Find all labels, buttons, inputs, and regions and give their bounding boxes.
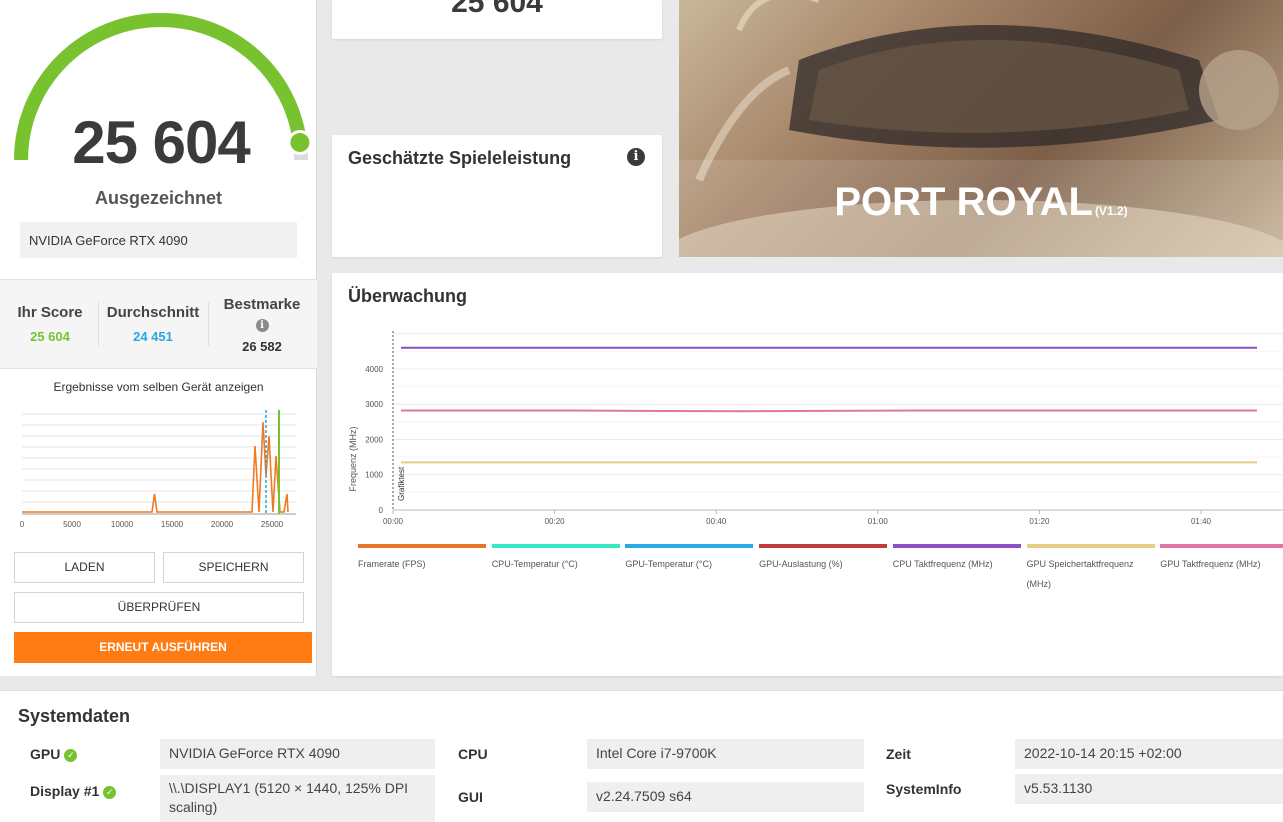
- legend-label: Framerate (FPS): [358, 559, 426, 569]
- legend-swatch: [358, 544, 486, 548]
- best-stat: Bestmarke i 26 582: [212, 280, 312, 370]
- score-rating: Ausgezeichnet: [94, 188, 223, 208]
- legend-item[interactable]: GPU-Temperatur (°C): [625, 544, 754, 574]
- verify-button[interactable]: ÜBERPRÜFEN: [14, 592, 304, 623]
- x-tick-label: 01:00: [868, 517, 889, 526]
- legend-item[interactable]: GPU-Auslastung (%): [759, 544, 888, 574]
- your-score-label: Ihr Score: [17, 304, 83, 321]
- your-score-value: 25 604: [30, 329, 70, 344]
- x-tick-label: 00:40: [706, 517, 727, 526]
- time-label: Zeit: [886, 746, 911, 762]
- cpu-label: CPU: [458, 746, 488, 762]
- hist-tick-label: 25000: [261, 520, 284, 529]
- benchmark-name: PORT ROYAL: [834, 180, 1093, 224]
- legend-label: CPU-Temperatur (°C): [491, 559, 578, 569]
- display-label: Display #1 ✓: [30, 783, 117, 799]
- average-value: 24 451: [133, 329, 173, 344]
- score-distribution-chart: 0 5000 10000 15000 20000 25000: [20, 410, 296, 529]
- benchmark-title: PORT ROYAL (V1.2): [679, 180, 1283, 225]
- system-info-title: Systemdaten: [18, 706, 131, 726]
- section-label: Grafiktest: [397, 466, 406, 501]
- game-performance-title: Geschätzte Spieleleistung: [348, 148, 572, 168]
- legend-swatch: [491, 544, 620, 548]
- average-stat: Durchschnitt 24 451: [102, 280, 204, 370]
- gpu-label: GPU ✓: [30, 746, 78, 762]
- stat-divider: [208, 302, 209, 346]
- legend-item[interactable]: CPU-Temperatur (°C): [491, 544, 620, 574]
- legend-label: GPU Speichertaktfrequenz (MHz): [1026, 559, 1134, 589]
- save-button[interactable]: SPEICHERN: [163, 552, 304, 583]
- legend-label: CPU Taktfrequenz (MHz): [892, 559, 993, 569]
- gpu-value: NVIDIA GeForce RTX 4090: [160, 739, 435, 769]
- x-tick-label: 00:00: [383, 517, 404, 526]
- hist-tick-label: 5000: [63, 520, 81, 529]
- y-axis-label: Frequenz (MHz): [348, 426, 358, 491]
- average-label: Durchschnitt: [106, 304, 200, 321]
- legend-item[interactable]: GPU Speichertaktfrequenz (MHz): [1026, 544, 1155, 594]
- legend-swatch: [892, 544, 1021, 548]
- x-tick-label: 01:20: [1029, 517, 1050, 526]
- systeminfo-label: SystemInfo: [886, 781, 962, 797]
- monitoring-title: Überwachung: [348, 286, 468, 306]
- gui-value: v2.24.7509 s64: [587, 782, 864, 812]
- legend-item[interactable]: CPU Taktfrequenz (MHz): [892, 544, 1021, 574]
- load-button[interactable]: LADEN: [14, 552, 155, 583]
- legend-swatch: [759, 544, 888, 548]
- gui-label: GUI: [458, 789, 483, 805]
- monitoring-card: Überwachung Grafiktest Frequenz (MHz) 01…: [332, 273, 1283, 676]
- your-score-stat: Ihr Score 25 604: [10, 280, 90, 370]
- y-tick-label: 2000: [365, 435, 383, 444]
- same-device-link[interactable]: Ergebnisse vom selben Gerät anzeigen: [0, 380, 317, 394]
- hist-tick-label: 20000: [211, 520, 234, 529]
- legend-swatch: [1026, 544, 1155, 548]
- score-card-value: 25 604: [451, 0, 543, 19]
- y-tick-label: 0: [379, 506, 384, 515]
- benchmark-version: (V1.2): [1094, 204, 1128, 218]
- systeminfo-value: v5.53.1130: [1015, 774, 1283, 804]
- display-value: \\.\DISPLAY1 (5120 × 1440, 125% DPI scal…: [160, 775, 435, 822]
- x-tick-label: 01:40: [1191, 517, 1212, 526]
- x-tick-label: 00:20: [545, 517, 566, 526]
- legend-swatch: [625, 544, 754, 548]
- gpu-name-box: NVIDIA GeForce RTX 4090: [20, 222, 297, 258]
- time-value: 2022-10-14 20:15 +02:00: [1015, 739, 1283, 769]
- score-panel: 25 604 Ausgezeichnet NVIDIA GeForce RTX …: [0, 0, 317, 676]
- legend-swatch: [1160, 544, 1283, 548]
- legend-item[interactable]: GPU Taktfrequenz (MHz): [1160, 544, 1283, 574]
- stat-divider: [98, 302, 99, 346]
- best-label: Bestmarke: [223, 296, 301, 313]
- best-value: 26 582: [242, 339, 282, 354]
- hist-tick-label: 0: [20, 520, 25, 529]
- benchmark-banner: PORT ROYAL (V1.2): [679, 0, 1283, 257]
- legend-label: GPU Taktfrequenz (MHz): [1160, 559, 1261, 569]
- info-icon[interactable]: i: [627, 148, 645, 166]
- hist-tick-label: 15000: [161, 520, 184, 529]
- y-tick-label: 3000: [365, 400, 383, 409]
- score-card: 25 604: [332, 0, 662, 39]
- check-icon: ✓: [103, 785, 117, 799]
- cpu-value: Intel Core i7-9700K: [587, 739, 864, 769]
- info-icon[interactable]: i: [255, 319, 269, 332]
- legend-label: GPU-Auslastung (%): [759, 559, 843, 569]
- overall-score: 25 604: [72, 109, 251, 176]
- y-tick-label: 1000: [365, 471, 383, 480]
- check-icon: ✓: [64, 748, 78, 762]
- hist-tick-label: 10000: [111, 520, 134, 529]
- system-info-section: Systemdaten GPU ✓ NVIDIA GeForce RTX 4090…: [0, 690, 1283, 822]
- rerun-button[interactable]: ERNEUT AUSFÜHREN: [14, 632, 312, 663]
- y-tick-label: 4000: [365, 365, 383, 374]
- legend-item[interactable]: Framerate (FPS): [358, 544, 486, 574]
- game-performance-card: Geschätzte Spieleleistung i: [332, 135, 662, 257]
- score-comparison: Ihr Score 25 604 Durchschnitt 24 451 Bes…: [0, 279, 317, 369]
- legend-label: GPU-Temperatur (°C): [625, 559, 713, 569]
- series-line: [401, 409, 1257, 413]
